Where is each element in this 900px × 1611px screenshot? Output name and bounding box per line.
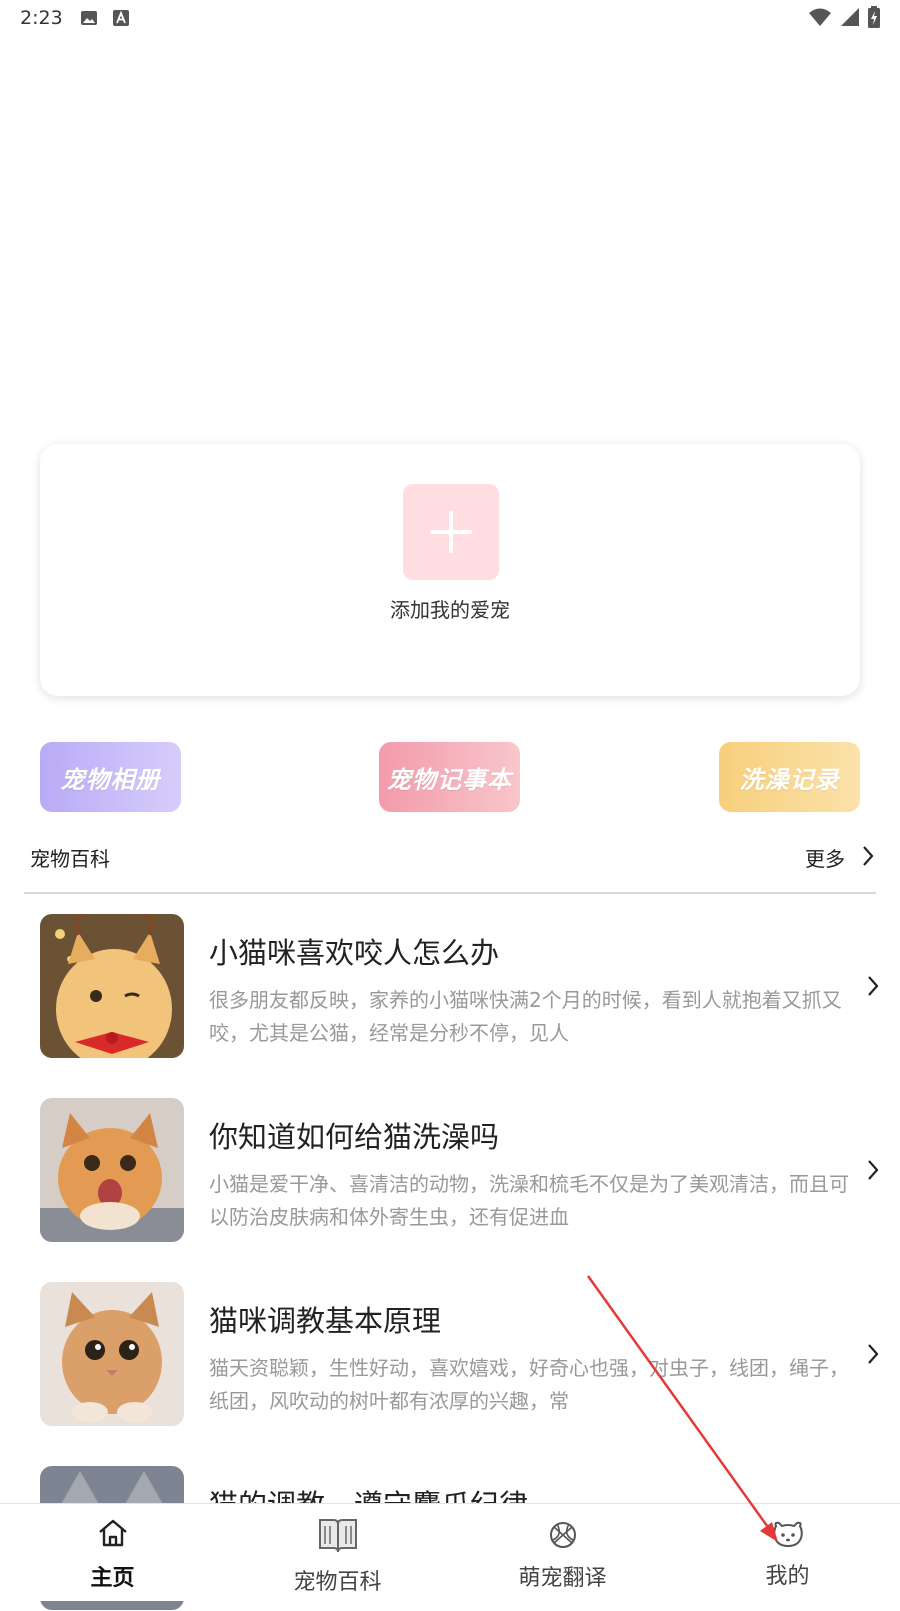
- wifi-icon: [808, 7, 832, 31]
- list-item[interactable]: 猫咪调教基本原理 猫天资聪颖，生性好动，喜欢嬉戏，好奇心也强，对虫子，线团，绳子…: [40, 1282, 880, 1427]
- bottom-nav: 主页 宠物百科 萌宠翻译 我的: [0, 1503, 900, 1601]
- add-pet-card: 添加我的爱宠: [40, 444, 860, 696]
- nav-home[interactable]: 主页: [0, 1504, 225, 1601]
- nav-mine-label: 我的: [765, 1564, 810, 1589]
- section-header: 宠物百科 更多: [30, 843, 875, 873]
- battery-icon: [868, 6, 880, 32]
- plus-icon: [430, 511, 472, 553]
- nav-home-label: 主页: [90, 1566, 135, 1591]
- section-title: 宠物百科: [30, 847, 110, 871]
- nav-pet-wiki[interactable]: 宠物百科: [225, 1504, 450, 1601]
- article-title: 你知道如何给猫洗澡吗: [209, 1120, 500, 1154]
- ball-icon: [548, 1520, 578, 1554]
- chevron-right-icon: [866, 1342, 880, 1370]
- image-notification-icon: [80, 9, 98, 31]
- pet-face-icon: [772, 1520, 804, 1552]
- nav-mine[interactable]: 我的: [675, 1504, 900, 1601]
- article-thumbnail: [40, 914, 184, 1058]
- list-item[interactable]: 你知道如何给猫洗澡吗 小猫是爱干净、喜清洁的动物，洗澡和梳毛不仅是为了美观清洁，…: [40, 1098, 880, 1243]
- nav-pet-translate[interactable]: 萌宠翻译: [450, 1504, 675, 1601]
- article-thumbnail: [40, 1282, 184, 1426]
- article-description: 很多朋友都反映，家养的小猫咪快满2个月的时候，看到人就抱着又抓又咬，尤其是公猫，…: [209, 988, 842, 1045]
- nav-pet-wiki-label: 宠物百科: [293, 1570, 382, 1595]
- add-pet-button[interactable]: [403, 484, 499, 580]
- bath-record-button[interactable]: 洗澡记录: [719, 742, 860, 812]
- home-icon: [97, 1518, 129, 1552]
- chevron-right-icon: [866, 974, 880, 1002]
- divider: [24, 892, 876, 894]
- article-title: 猫咪调教基本原理: [209, 1304, 442, 1338]
- article-thumbnail: [40, 1098, 184, 1242]
- article-description: 猫天资聪颖，生性好动，喜欢嬉戏，好奇心也强，对虫子，线团，绳子，纸团，风吹动的树…: [209, 1356, 849, 1413]
- nav-pet-translate-label: 萌宠翻译: [518, 1566, 607, 1591]
- article-description: 小猫是爱干净、喜清洁的动物，洗澡和梳毛不仅是为了美观清洁，而且可以防治皮肤病和体…: [209, 1172, 849, 1229]
- list-item[interactable]: 小猫咪喜欢咬人怎么办 很多朋友都反映，家养的小猫咪快满2个月的时候，看到人就抱着…: [40, 914, 880, 1059]
- signal-icon: [840, 7, 860, 31]
- book-icon: [318, 1516, 358, 1558]
- article-title: 小猫咪喜欢咬人怎么办: [209, 936, 500, 970]
- status-time: 2:23: [20, 7, 63, 29]
- pet-album-button[interactable]: 宠物相册: [40, 742, 181, 812]
- chevron-right-icon: [866, 1158, 880, 1186]
- pet-notebook-button[interactable]: 宠物记事本: [379, 742, 520, 812]
- font-notification-icon: [112, 9, 130, 31]
- add-pet-label: 添加我的爱宠: [390, 598, 510, 622]
- more-link[interactable]: 更多: [805, 843, 845, 872]
- status-bar: 2:23: [0, 0, 900, 36]
- chevron-right-icon[interactable]: [861, 845, 875, 871]
